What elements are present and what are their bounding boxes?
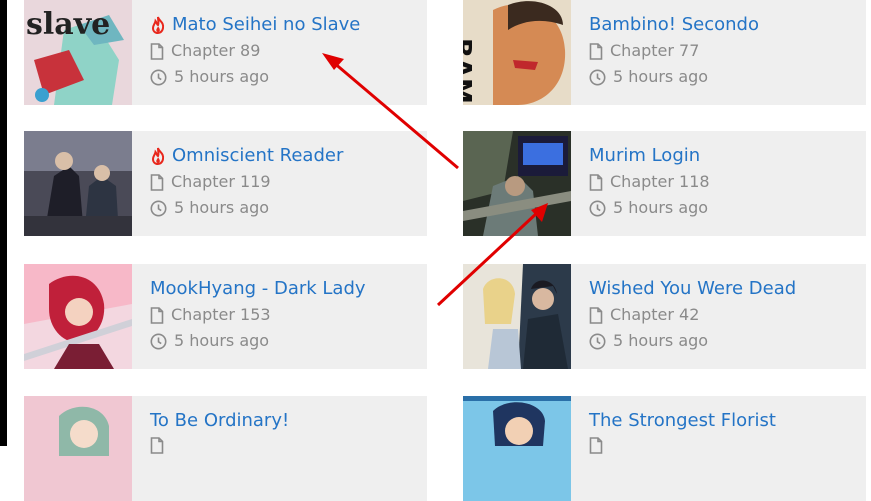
cover-image[interactable] [24, 396, 132, 501]
fire-icon [151, 147, 165, 165]
cover-image[interactable]: BAMBI [463, 0, 571, 105]
file-icon [589, 306, 603, 324]
svg-text:BAMBI: BAMBI [463, 38, 476, 105]
clock-icon [150, 333, 167, 349]
chapter-link[interactable]: Chapter 118 [589, 172, 710, 192]
clock-icon [150, 200, 167, 216]
update-time: 5 hours ago [150, 67, 269, 87]
fire-icon [151, 16, 165, 34]
clock-icon [589, 69, 606, 85]
cover-image[interactable] [463, 396, 571, 501]
chapter-link[interactable]: Chapter 42 [589, 305, 699, 325]
file-icon [150, 173, 164, 191]
chapter-link[interactable]: Chapter 89 [150, 41, 260, 61]
manga-card[interactable]: The Strongest Florist [463, 396, 866, 501]
clock-icon [589, 333, 606, 349]
manga-card[interactable]: Omniscient Reader Chapter 119 5 hours ag… [24, 131, 427, 236]
manga-card[interactable]: Wished You Were Dead Chapter 42 5 hours … [463, 264, 866, 369]
update-time: 5 hours ago [589, 331, 708, 351]
manga-title-link[interactable]: MookHyang - Dark Lady [150, 278, 366, 300]
update-time: 5 hours ago [150, 198, 269, 218]
chapter-link[interactable]: Chapter 77 [589, 41, 699, 61]
cover-image[interactable] [463, 131, 571, 236]
manga-title-link[interactable]: Mato Seihei no Slave [172, 14, 360, 36]
manga-title-link[interactable]: To Be Ordinary! [150, 410, 289, 432]
cover-image[interactable] [24, 131, 132, 236]
manga-title-link[interactable]: Omniscient Reader [172, 145, 343, 167]
update-time: 5 hours ago [589, 67, 708, 87]
clock-icon [150, 69, 167, 85]
svg-text:slave: slave [26, 7, 110, 42]
window-edge [0, 0, 7, 446]
update-time: 5 hours ago [589, 198, 708, 218]
cover-image[interactable]: slave [24, 0, 132, 105]
manga-title-link[interactable]: The Strongest Florist [589, 410, 776, 432]
manga-title-link[interactable]: Bambino! Secondo [589, 14, 759, 36]
cover-image[interactable] [24, 264, 132, 369]
manga-title-link[interactable]: Wished You Were Dead [589, 278, 796, 300]
clock-icon [589, 200, 606, 216]
file-icon [589, 173, 603, 191]
manga-card[interactable]: Murim Login Chapter 118 5 hours ago [463, 131, 866, 236]
file-icon [589, 42, 603, 60]
manga-card[interactable]: MookHyang - Dark Lady Chapter 153 5 hour… [24, 264, 427, 369]
chapter-link[interactable]: Chapter 153 [150, 305, 271, 325]
cover-image[interactable] [463, 264, 571, 369]
manga-card[interactable]: To Be Ordinary! [24, 396, 427, 501]
manga-card[interactable]: BAMBI Bambino! Secondo Chapter 77 5 hour… [463, 0, 866, 105]
file-icon [150, 306, 164, 324]
manga-card[interactable]: slave Mato Seihei no Slave Chapter 89 5 … [24, 0, 427, 105]
file-icon [150, 42, 164, 60]
chapter-link[interactable]: Chapter 119 [150, 172, 271, 192]
update-time: 5 hours ago [150, 331, 269, 351]
manga-title-link[interactable]: Murim Login [589, 145, 700, 167]
